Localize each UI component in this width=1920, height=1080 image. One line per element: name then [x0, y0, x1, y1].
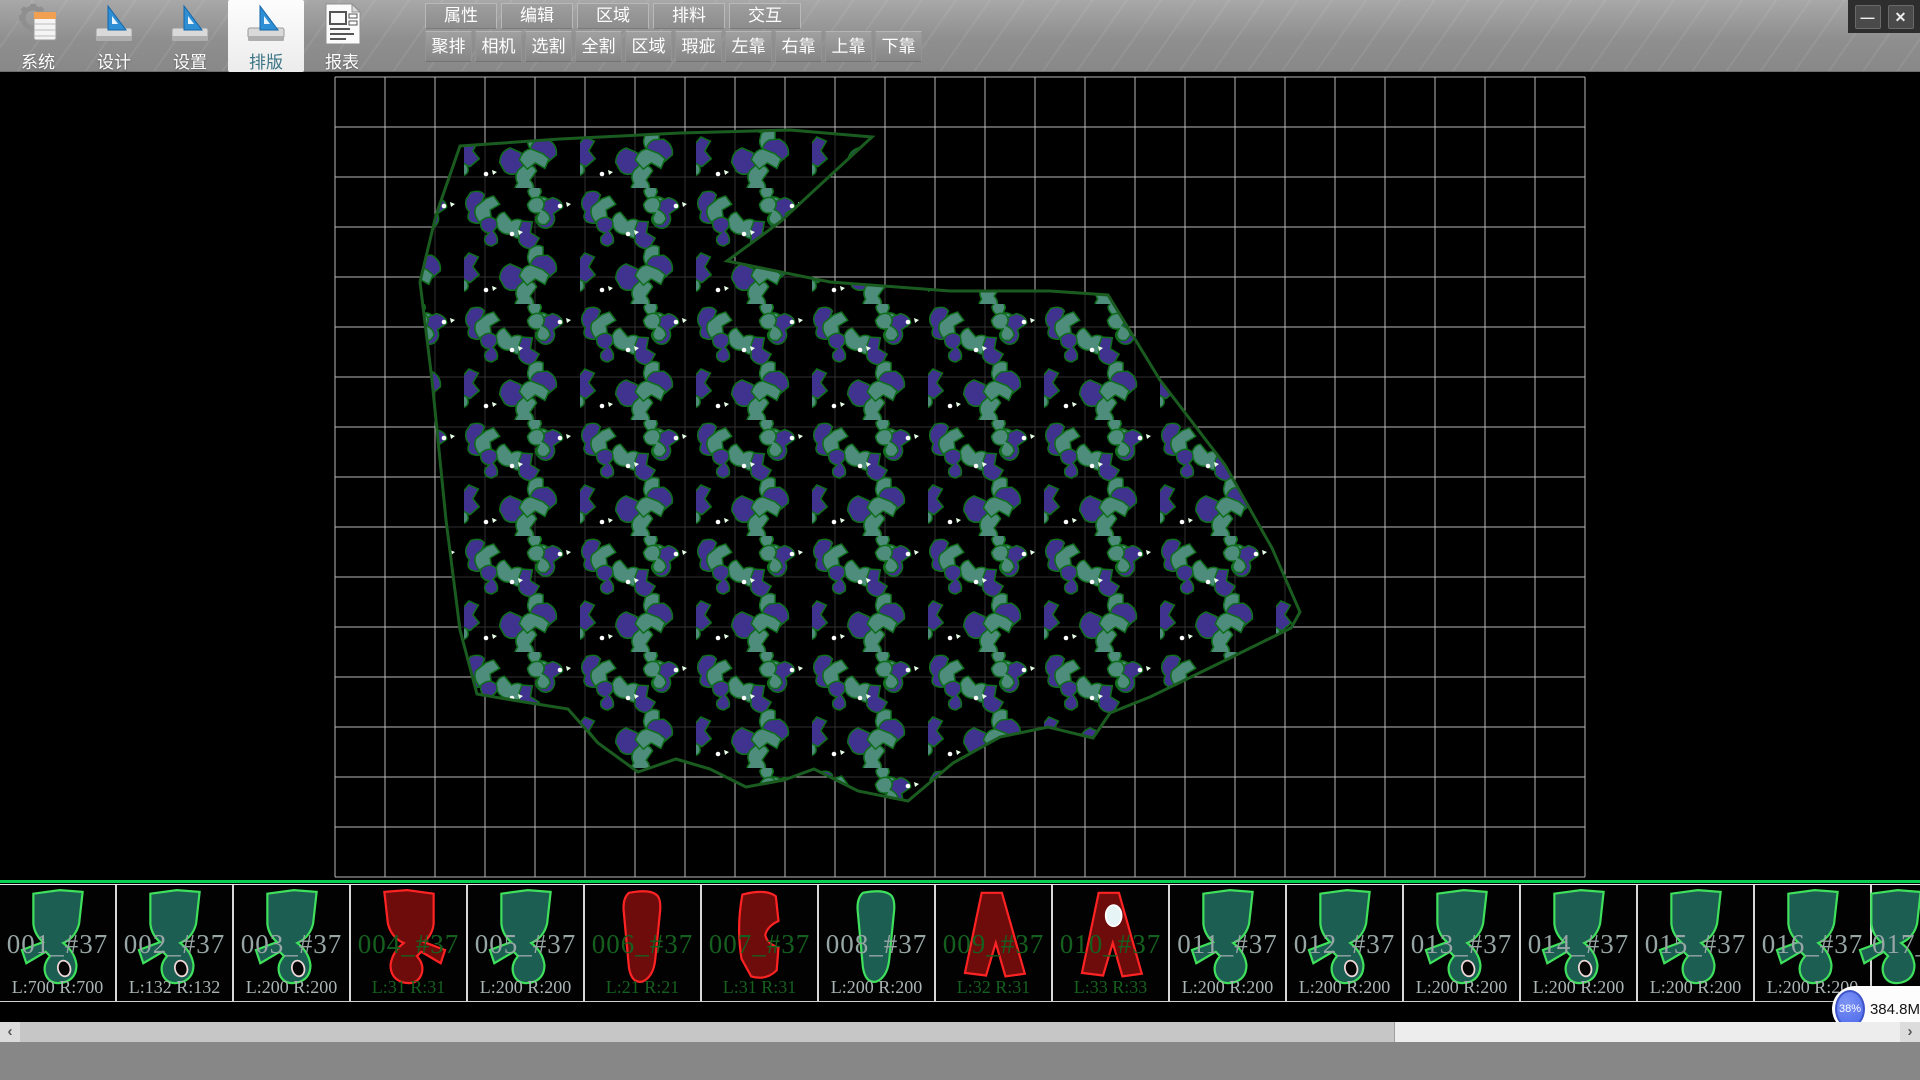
- horizontal-scrollbar: ‹ ›: [0, 1022, 1920, 1042]
- piece-lr-count: L:700 R:700: [0, 977, 115, 998]
- piece-lr-count: L:200 R:200: [468, 977, 583, 998]
- app-tab-design[interactable]: 设计: [76, 0, 152, 72]
- piece-filmstrip: 001_#37 L:700 R:700 002_#37 L:132 R:132 …: [0, 884, 1920, 1002]
- piece-thumbnail[interactable]: 013_#37 L:200 R:200: [1404, 885, 1521, 1001]
- piece-thumbnail[interactable]: 002_#37 L:132 R:132: [117, 885, 234, 1001]
- piece-thumbnail[interactable]: 001_#37 L:700 R:700: [0, 885, 117, 1001]
- app-tab-label: 报表: [325, 48, 359, 73]
- scrollbar-thumb[interactable]: [20, 1022, 1395, 1042]
- piece-name: 003_#37: [234, 929, 349, 960]
- app-tab-strip: 系统 设计 设置 排版 报表: [0, 0, 380, 72]
- piece-lr-count: L:33 R:33: [1053, 977, 1168, 998]
- tool-button-snap-top[interactable]: 上靠: [825, 31, 872, 62]
- piece-thumbnail[interactable]: 014_#37 L:200 R:200: [1521, 885, 1638, 1001]
- piece-name: 005_#37: [468, 929, 583, 960]
- tool-button-snap-right[interactable]: 右靠: [775, 31, 822, 62]
- window-controls: — ✕: [1848, 0, 1920, 33]
- piece-thumbnail[interactable]: 005_#37 L:200 R:200: [468, 885, 585, 1001]
- piece-name: 012_#37: [1287, 929, 1402, 960]
- tool-button-snap-bottom[interactable]: 下靠: [875, 31, 922, 62]
- piece-thumbnail[interactable]: 006_#37 L:21 R:21: [585, 885, 702, 1001]
- title-bar: 系统 设计 设置 排版 报表 属性编辑区域排料交互 聚排相机选割全割区域瑕疵左靠…: [0, 0, 1920, 72]
- nesting-canvas[interactable]: [0, 72, 1920, 880]
- piece-lr-count: L:132 R:132: [117, 977, 232, 998]
- menu-tab-nesting[interactable]: 排料: [653, 3, 725, 29]
- app-tab-label: 系统: [21, 48, 55, 73]
- set-square-icon: [168, 2, 212, 46]
- piece-thumbnail[interactable]: 015_#37 L:200 R:200: [1638, 885, 1755, 1001]
- piece-lr-count: L:200 R:200: [819, 977, 934, 998]
- piece-name: 002_#37: [117, 929, 232, 960]
- app-tab-label: 设置: [173, 48, 207, 73]
- piece-thumbnail[interactable]: 004_#37 L:31 R:31: [351, 885, 468, 1001]
- app-tab-label: 设计: [97, 48, 131, 73]
- scroll-left-icon[interactable]: ‹: [0, 1022, 20, 1042]
- tool-button-select-cut[interactable]: 选割: [525, 31, 572, 62]
- piece-lr-count: L:200 R:200: [1170, 977, 1285, 998]
- tool-button-zone[interactable]: 区域: [625, 31, 672, 62]
- menu-tab-region[interactable]: 区域: [577, 3, 649, 29]
- piece-lr-count: L:200 R:200: [1404, 977, 1519, 998]
- tool-button-flaw[interactable]: 瑕疵: [675, 31, 722, 62]
- tool-button-cut-all[interactable]: 全割: [575, 31, 622, 62]
- memory-value: 384.8M: [1870, 1001, 1920, 1018]
- piece-name: 007_#37: [702, 929, 817, 960]
- piece-thumbnail[interactable]: 008_#37 L:200 R:200: [819, 885, 936, 1001]
- piece-name: 017_#37: [1872, 929, 1920, 960]
- piece-lr-count: L:200 R:200: [1521, 977, 1636, 998]
- tool-button-cluster-nest[interactable]: 聚排: [425, 31, 472, 62]
- gear-table-icon: [16, 2, 60, 46]
- piece-name: 011_#37: [1170, 929, 1285, 960]
- piece-thumbnail[interactable]: 009_#37 L:32 R:31: [936, 885, 1053, 1001]
- piece-name: 009_#37: [936, 929, 1051, 960]
- tool-button-snap-left[interactable]: 左靠: [725, 31, 772, 62]
- minimize-button[interactable]: —: [1855, 5, 1881, 29]
- piece-lr-count: L:200 R:200: [1287, 977, 1402, 998]
- piece-thumbnail[interactable]: 007_#37 L:31 R:31: [702, 885, 819, 1001]
- menu-tab-edit[interactable]: 编辑: [501, 3, 573, 29]
- hide-drawing: [0, 72, 1920, 880]
- piece-thumbnail[interactable]: 012_#37 L:200 R:200: [1287, 885, 1404, 1001]
- piece-lr-count: L:21 R:21: [585, 977, 700, 998]
- piece-name: 004_#37: [351, 929, 466, 960]
- piece-lr-count: L:200 R:200: [234, 977, 349, 998]
- piece-thumbnail[interactable]: 017_#37: [1872, 885, 1920, 1001]
- piece-name: 015_#37: [1638, 929, 1753, 960]
- piece-name: 010_#37: [1053, 929, 1168, 960]
- piece-name: 006_#37: [585, 929, 700, 960]
- piece-thumbnail[interactable]: 011_#37 L:200 R:200: [1170, 885, 1287, 1001]
- piece-name: 014_#37: [1521, 929, 1636, 960]
- app-tab-settings[interactable]: 设置: [152, 0, 228, 72]
- filmstrip-separator: [0, 880, 1920, 883]
- report-icon: [320, 2, 364, 46]
- piece-name: 013_#37: [1404, 929, 1519, 960]
- piece-thumbnail[interactable]: 010_#37 L:33 R:33: [1053, 885, 1170, 1001]
- scroll-right-icon[interactable]: ›: [1900, 1022, 1920, 1042]
- piece-thumbnail[interactable]: 003_#37 L:200 R:200: [234, 885, 351, 1001]
- piece-name: 008_#37: [819, 929, 934, 960]
- menu-tab-properties[interactable]: 属性: [425, 3, 497, 29]
- set-square-icon: [92, 2, 136, 46]
- piece-lr-count: L:31 R:31: [702, 977, 817, 998]
- menu-tab-row: 属性编辑区域排料交互: [425, 3, 801, 29]
- piece-lr-count: L:200 R:200: [1638, 977, 1753, 998]
- app-tab-layout[interactable]: 排版: [228, 0, 304, 72]
- app-tab-system[interactable]: 系统: [0, 0, 76, 72]
- app-tab-report[interactable]: 报表: [304, 0, 380, 72]
- menu-tab-interact[interactable]: 交互: [729, 3, 801, 29]
- scrollbar-track[interactable]: [1395, 1022, 1900, 1042]
- app-tab-label: 排版: [249, 48, 283, 73]
- piece-lr-count: L:32 R:31: [936, 977, 1051, 998]
- piece-name: 001_#37: [0, 929, 115, 960]
- piece-lr-count: L:31 R:31: [351, 977, 466, 998]
- close-button[interactable]: ✕: [1888, 5, 1914, 29]
- tool-button-camera[interactable]: 相机: [475, 31, 522, 62]
- toolbar-row: 聚排相机选割全割区域瑕疵左靠右靠上靠下靠: [425, 31, 922, 62]
- leather-hide: [420, 130, 1300, 801]
- status-bar: [0, 1042, 1920, 1080]
- set-square-icon: [244, 2, 288, 46]
